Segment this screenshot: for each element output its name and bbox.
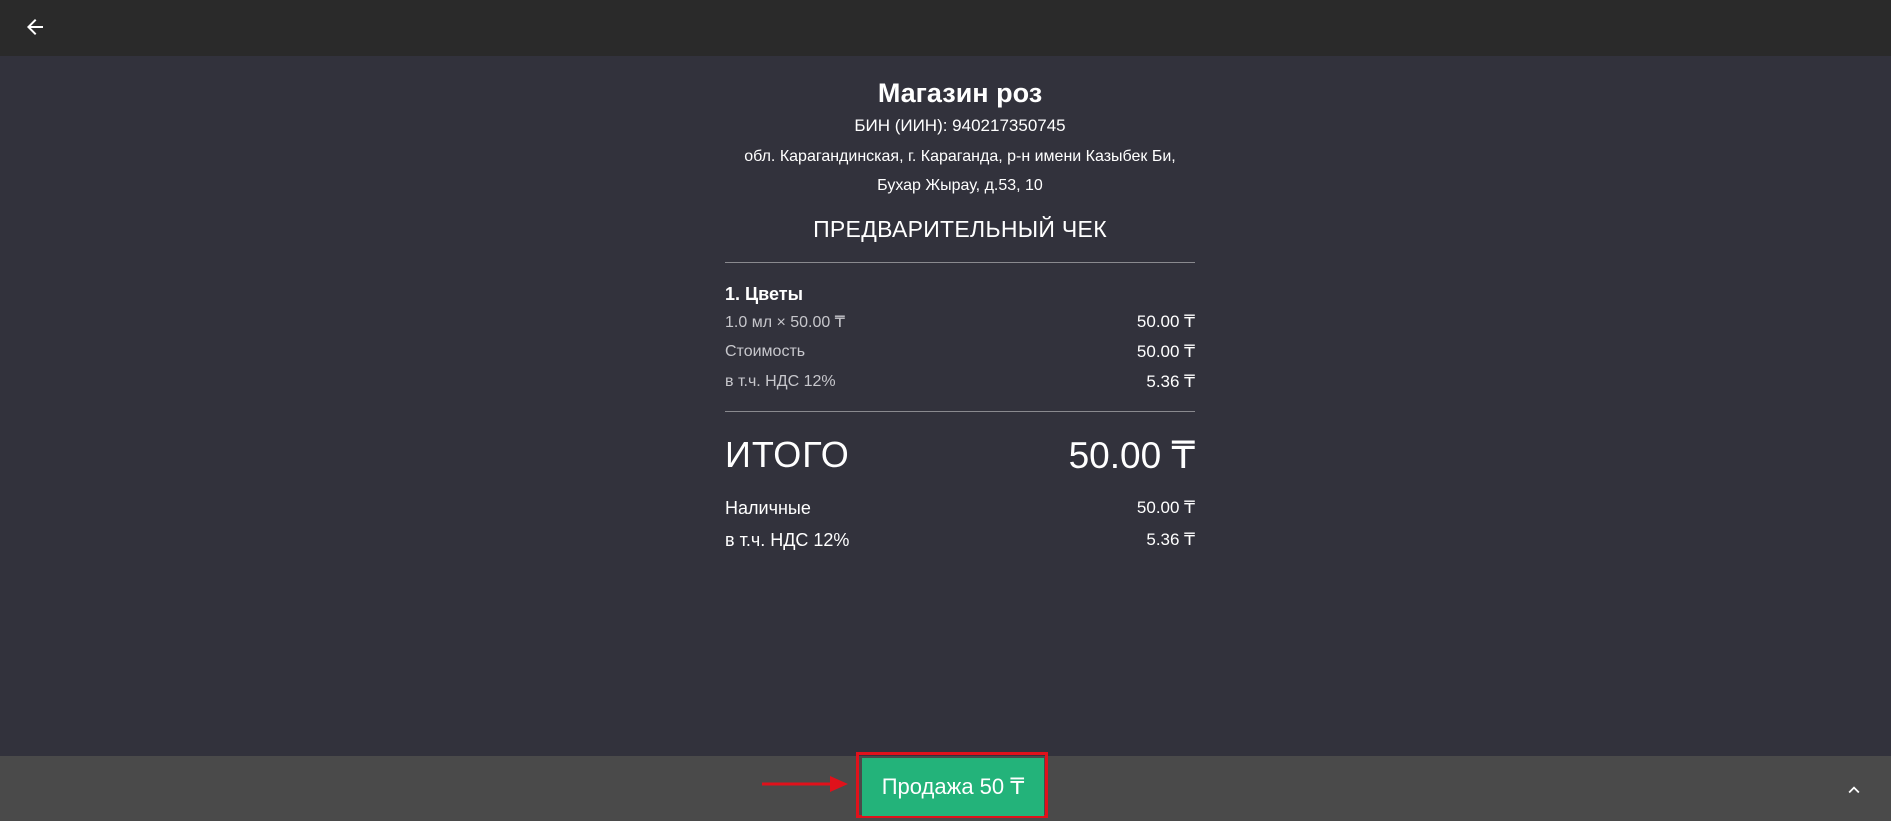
item-vat-label: в т.ч. НДС 12% xyxy=(725,373,836,390)
back-button[interactable] xyxy=(18,10,52,44)
annotation-arrow-icon xyxy=(762,776,848,792)
address-line-1: обл. Карагандинская, г. Караганда, р-н и… xyxy=(744,148,1176,165)
item-quantity-value: 50.00 ₸ xyxy=(1136,312,1195,331)
item-vat-row: в т.ч. НДС 12% 5.36 ₸ xyxy=(725,367,1195,397)
item-vat-value: 5.36 ₸ xyxy=(1146,372,1195,391)
payment-row: Наличные 50.00 ₸ xyxy=(725,492,1195,524)
total-vat-row: в т.ч. НДС 12% 5.36 ₸ xyxy=(725,524,1195,556)
store-address: обл. Карагандинская, г. Караганда, р-н и… xyxy=(725,142,1195,200)
store-name: Магазин роз xyxy=(877,78,1043,108)
divider xyxy=(725,262,1195,263)
expand-button[interactable] xyxy=(1840,776,1868,804)
sale-button[interactable]: Продажа 50 ₸ xyxy=(862,758,1044,816)
divider xyxy=(725,411,1195,412)
total-vat-label: в т.ч. НДС 12% xyxy=(725,529,850,550)
item-cost-value: 50.00 ₸ xyxy=(1136,342,1195,361)
total-value: 50.00 ₸ xyxy=(1068,434,1195,476)
item-cost-row: Стоимость 50.00 ₸ xyxy=(725,337,1195,367)
store-bin: БИН (ИИН): 940217350745 xyxy=(854,116,1066,135)
receipt-type: ПРЕДВАРИТЕЛЬНЫЙ ЧЕК xyxy=(813,216,1107,242)
item-quantity-label: 1.0 мл × 50.00 ₸ xyxy=(725,314,845,331)
receipt-preview: Магазин роз БИН (ИИН): 940217350745 обл.… xyxy=(725,56,1195,556)
total-row: ИТОГО 50.00 ₸ xyxy=(725,432,1195,478)
payment-label: Наличные xyxy=(725,497,811,518)
address-line-2: Бухар Жырау, д.53, 10 xyxy=(877,177,1043,194)
item-title: 1. Цветы xyxy=(725,284,803,304)
arrow-left-icon xyxy=(27,19,43,35)
payment-value: 50.00 ₸ xyxy=(1136,498,1195,517)
total-label: ИТОГО xyxy=(725,434,850,475)
top-app-bar xyxy=(0,0,1891,56)
receipt-item: 1. Цветы 1.0 мл × 50.00 ₸ 50.00 ₸ Стоимо… xyxy=(725,281,1195,397)
chevron-up-icon xyxy=(1848,786,1860,794)
item-cost-label: Стоимость xyxy=(725,343,806,360)
item-quantity-row: 1.0 мл × 50.00 ₸ 50.00 ₸ xyxy=(725,307,1195,337)
total-vat-value: 5.36 ₸ xyxy=(1146,530,1195,549)
